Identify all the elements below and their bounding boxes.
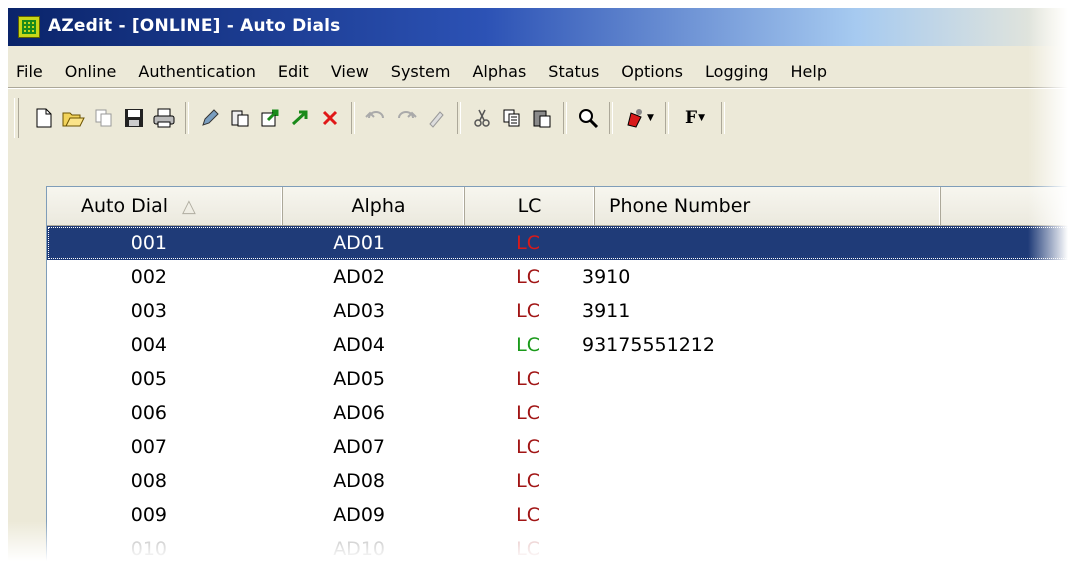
auto-dial-cell: 008 <box>130 470 167 492</box>
font-label: F <box>685 108 698 128</box>
menu-view[interactable]: View <box>319 62 379 81</box>
toolbar-separator <box>185 102 189 134</box>
title-bar[interactable]: AZedit - [ONLINE] - Auto Dials <box>8 8 1068 46</box>
toolbar-separator <box>609 102 613 134</box>
alpha-cell: AD05 <box>333 368 385 390</box>
toolbar-separator <box>665 102 669 134</box>
table-row[interactable]: 010 AD10 LC <box>47 532 1068 561</box>
export-icon[interactable] <box>258 105 282 131</box>
menu-authentication[interactable]: Authentication <box>126 62 265 81</box>
auto-dial-cell: 001 <box>130 232 167 254</box>
list-header: Auto Dial △ Alpha LC Phone Number <box>47 187 1068 226</box>
paste-icon[interactable] <box>530 105 554 131</box>
table-row[interactable]: 002 AD02 LC 3910 <box>47 260 1068 294</box>
lc-cell: LC <box>516 470 540 492</box>
toolbar: ▼ F ▼ <box>8 92 1068 144</box>
auto-dial-cell: 006 <box>130 402 167 424</box>
auto-dial-cell: 002 <box>130 266 167 288</box>
table-row[interactable]: 006 AD06 LC <box>47 396 1068 430</box>
toolbar-separator <box>457 102 461 134</box>
table-row[interactable]: 009 AD09 LC <box>47 498 1068 532</box>
auto-dial-cell: 003 <box>130 300 167 322</box>
redo-icon[interactable] <box>394 105 418 131</box>
sort-ascending-icon: △ <box>181 195 196 217</box>
table-row[interactable]: 001 AD01 LC <box>47 226 1068 260</box>
lc-cell: LC <box>516 266 540 288</box>
toolbar-separator <box>563 102 567 134</box>
auto-dial-cell: 007 <box>130 436 167 458</box>
open-icon[interactable] <box>62 105 86 131</box>
save-icon[interactable] <box>122 105 146 131</box>
lc-cell: LC <box>516 232 540 254</box>
column-header-auto-dial[interactable]: Auto Dial △ <box>47 187 283 225</box>
font-dropdown-icon[interactable]: F ▼ <box>678 105 712 131</box>
alpha-cell: AD01 <box>333 232 385 254</box>
copy-disabled-icon[interactable] <box>92 105 116 131</box>
lc-cell: LC <box>516 504 540 526</box>
alpha-cell: AD04 <box>333 334 385 356</box>
app-window: AZedit - [ONLINE] - Auto Dials File Onli… <box>8 8 1068 561</box>
auto-dial-cell: 005 <box>130 368 167 390</box>
alpha-cell: AD06 <box>333 402 385 424</box>
copy-icon[interactable] <box>500 105 524 131</box>
menu-logging[interactable]: Logging <box>693 62 778 81</box>
auto-dial-cell: 009 <box>130 504 167 526</box>
phone-number-cell: 3911 <box>582 300 631 322</box>
lc-cell: LC <box>516 538 540 560</box>
menu-edit[interactable]: Edit <box>266 62 319 81</box>
pencil-icon[interactable] <box>198 105 222 131</box>
arrow-icon[interactable] <box>288 105 312 131</box>
list-body: 001 AD01 LC 002 AD02 LC 3910 003 AD03 LC 3911 004 AD… <box>47 226 1068 561</box>
lc-cell: LC <box>516 368 540 390</box>
lc-cell: LC <box>516 334 540 356</box>
column-header-phone-number[interactable]: Phone Number <box>595 187 941 225</box>
alpha-cell: AD09 <box>333 504 385 526</box>
new-icon[interactable] <box>32 105 56 131</box>
lc-cell: LC <box>516 436 540 458</box>
lc-cell: LC <box>516 300 540 322</box>
menu-system[interactable]: System <box>379 62 461 81</box>
column-header-empty <box>941 187 1068 225</box>
undo-icon[interactable] <box>364 105 388 131</box>
bell-dropdown-icon[interactable]: ▼ <box>622 105 656 131</box>
menu-file[interactable]: File <box>8 62 53 81</box>
auto-dial-cell: 010 <box>130 538 167 560</box>
paste-special-icon[interactable] <box>228 105 252 131</box>
auto-dial-cell: 004 <box>130 334 167 356</box>
window-title: AZedit - [ONLINE] - Auto Dials <box>48 16 341 36</box>
find-icon[interactable] <box>576 105 600 131</box>
cut-icon[interactable] <box>470 105 494 131</box>
alpha-cell: AD10 <box>333 538 385 560</box>
auto-dials-list[interactable]: Auto Dial △ Alpha LC Phone Number 001 AD0… <box>46 186 1068 561</box>
column-header-alpha[interactable]: Alpha <box>283 187 465 225</box>
table-row[interactable]: 007 AD07 LC <box>47 430 1068 464</box>
alpha-cell: AD02 <box>333 266 385 288</box>
eraser-icon[interactable] <box>424 105 448 131</box>
print-icon[interactable] <box>152 105 176 131</box>
toolbar-separator <box>351 102 355 134</box>
table-row[interactable]: 004 AD04 LC 93175551212 <box>47 328 1068 362</box>
menu-bar: File Online Authentication Edit View Sys… <box>8 56 1068 86</box>
azedit-app-icon[interactable] <box>18 16 40 38</box>
table-row[interactable]: 003 AD03 LC 3911 <box>47 294 1068 328</box>
alpha-cell: AD03 <box>333 300 385 322</box>
menu-divider-highlight <box>8 88 1068 89</box>
menu-options[interactable]: Options <box>609 62 693 81</box>
menu-help[interactable]: Help <box>779 62 837 81</box>
delete-icon[interactable] <box>318 105 342 131</box>
menu-online[interactable]: Online <box>53 62 127 81</box>
phone-number-cell: 3910 <box>582 266 631 288</box>
menu-status[interactable]: Status <box>536 62 609 81</box>
phone-number-cell: 93175551212 <box>582 334 715 356</box>
lc-cell: LC <box>516 402 540 424</box>
toolbar-grip[interactable] <box>14 98 19 138</box>
alpha-cell: AD07 <box>333 436 385 458</box>
menu-alphas[interactable]: Alphas <box>460 62 536 81</box>
toolbar-separator <box>721 102 725 134</box>
alpha-cell: AD08 <box>333 470 385 492</box>
column-header-lc[interactable]: LC <box>465 187 595 225</box>
table-row[interactable]: 008 AD08 LC <box>47 464 1068 498</box>
table-row[interactable]: 005 AD05 LC <box>47 362 1068 396</box>
